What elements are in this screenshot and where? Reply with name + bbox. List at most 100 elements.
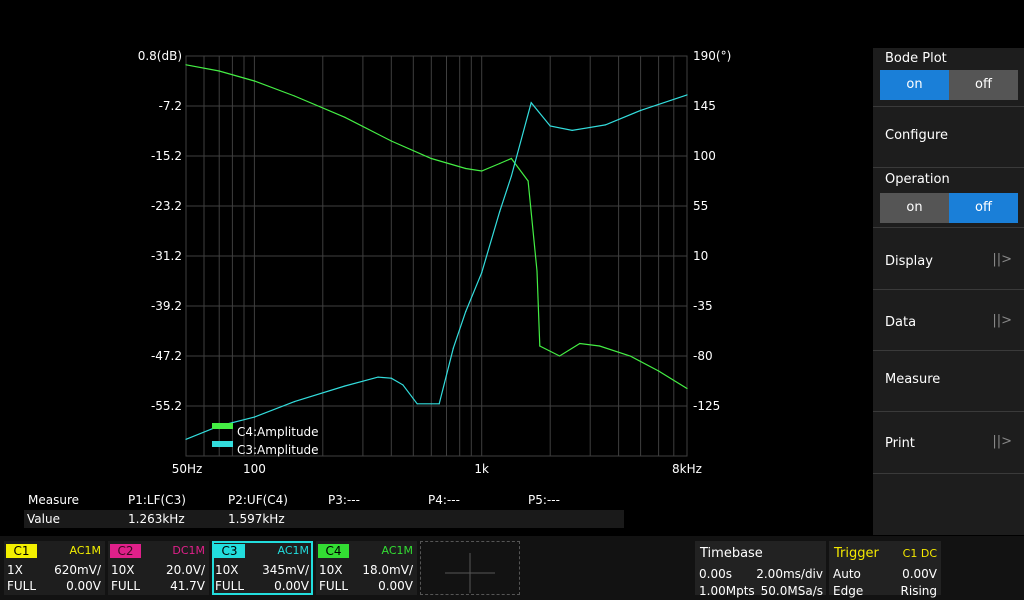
channel-c3-probe: 10X [215,563,239,577]
data-point-c3 [465,311,467,313]
x-tick-label: 100 [243,462,266,476]
y-right-tick-label: 100 [693,149,716,163]
y-left-tick-label: -31.2 [151,249,182,263]
data-label: Data [885,315,917,330]
y-right-tick-label: -80 [693,349,713,363]
measure-value-label: Value [27,512,60,526]
channel-c2-box[interactable]: C2 DC1M 10X 20.0V/ FULL 41.7V [108,541,209,595]
data-point-c4 [344,116,346,118]
y-left-tick-label: -15.2 [151,149,182,163]
crosshair-icon [445,553,495,593]
bode-plot-on-option[interactable]: on [880,70,949,100]
trigger-title: Trigger [834,546,879,561]
data-point-c3 [377,376,379,378]
y-left-tick-label: -47.2 [151,349,182,363]
y-right-tick-label: 55 [693,199,708,213]
data-point-c3 [571,129,573,131]
channel-c4-scale: 18.0mV/ [362,563,413,577]
channel-c2-probe: 10X [111,563,135,577]
menu-measure[interactable]: Measure [873,350,1024,411]
legend-label-c4: C4:Amplitude [237,425,319,439]
channel-c3-offset: 0.00V [274,579,309,593]
data-point-c3 [438,403,440,405]
channel-c1-box[interactable]: C1 AC1M 1X 620mV/ FULL 0.00V [4,541,105,595]
trigger-box[interactable]: Trigger C1 DC Auto 0.00V Edge Rising [829,541,941,598]
measure-value-p1: 1.263kHz [128,512,185,526]
channel-c1-scale: 620mV/ [54,563,101,577]
menu-print[interactable]: Print ||> [873,411,1024,473]
y-right-tick-label: 145 [693,99,716,113]
channel-c3-scale: 345mV/ [262,563,309,577]
data-point-c3 [293,401,296,403]
channel-c3-range: FULL [215,579,245,593]
timebase-rate: 50.0MSa/s [760,584,823,598]
y-left-tick-label: -39.2 [151,299,182,313]
measure-value-row: Value 1.263kHz 1.597kHz [24,510,624,528]
trigger-type: Edge [833,584,864,598]
series-line-c4 [185,64,688,390]
data-point-c4 [536,270,538,272]
data-point-c3 [416,403,418,405]
series-line-c3 [185,94,688,440]
trigger-source: C1 DC [902,547,937,560]
menu-display[interactable]: Display ||> [873,227,1024,289]
add-channel-slot[interactable] [420,541,520,595]
print-label: Print [885,436,915,451]
bode-plot-off-option[interactable]: off [949,70,1018,100]
channel-c4-coupling: AC1M [381,544,413,557]
measure-value-p2: 1.597kHz [228,512,285,526]
operation-off-option[interactable]: off [949,193,1018,223]
operation-label: Operation [885,172,950,187]
operation-on-option[interactable]: on [880,193,949,223]
data-point-c4 [499,162,501,165]
channel-c3-name: C3 [214,544,245,558]
data-point-c4 [559,355,561,357]
channel-c4-range: FULL [319,579,349,593]
data-point-c4 [599,345,601,347]
data-point-c4 [390,140,392,142]
right-menu: Bode Plot on off Configure Operation on … [873,48,1024,535]
submenu-arrow-icon: ||> [992,252,1012,267]
menu-empty [873,473,1024,535]
data-point-c3 [604,124,607,126]
channel-c1-range: FULL [7,579,37,593]
channel-c1-probe: 1X [7,563,23,577]
bode-plot-toggle[interactable]: on off [880,70,1018,100]
menu-data[interactable]: Data ||> [873,289,1024,350]
channel-c4-box[interactable]: C4 AC1M 10X 18.0mV/ FULL 0.00V [316,541,417,595]
data-point-c3 [402,384,404,386]
menu-configure[interactable]: Configure [873,106,1024,167]
channel-c1-coupling: AC1M [69,544,101,557]
measure-header-p3: P3:--- [328,493,360,507]
trigger-slope: Rising [900,584,937,598]
data-point-c4 [465,167,467,170]
measure-header-p4: P4:--- [428,493,460,507]
data-point-c3 [390,377,392,379]
configure-label: Configure [885,128,949,143]
measure-header-label: Measure [28,493,79,507]
submenu-arrow-icon: ||> [992,313,1012,328]
bode-plot: 0.8(dB) -7.2 -15.2 -23.2 -31.2 -39.2 -47.2 -55.… [138,49,732,476]
measure-table: Measure P1:LF(C3) P2:UF(C4) P3:--- P4:--… [24,492,624,528]
data-point-c3 [686,94,688,96]
operation-toggle[interactable]: on off [880,193,1018,223]
data-point-c4 [579,342,581,345]
x-tick-label: 50Hz [172,462,203,476]
y-left-tick-label: -23.2 [151,199,182,213]
channel-c2-coupling: DC1M [172,544,205,557]
legend-swatch-c4 [212,423,233,429]
channel-c2-range: FULL [111,579,141,593]
data-point-c3 [499,211,501,213]
y-left-tick-label: -7.2 [159,99,182,113]
trigger-level: 0.00V [902,567,937,581]
channel-c3-box[interactable]: C3 AC1M 10X 345mV/ FULL 0.00V [212,541,313,595]
data-point-c3 [549,125,551,127]
data-point-c4 [293,95,296,97]
menu-operation: Operation on off [873,167,1024,227]
timebase-delay: 0.00s [699,567,732,581]
data-point-c4 [658,370,660,372]
data-point-c3 [510,175,512,177]
timebase-box[interactable]: Timebase 0.00s 2.00ms/div 1.00Mpts 50.0M… [695,541,826,598]
channel-c2-name: C2 [110,544,141,558]
data-point-c4 [185,64,187,66]
